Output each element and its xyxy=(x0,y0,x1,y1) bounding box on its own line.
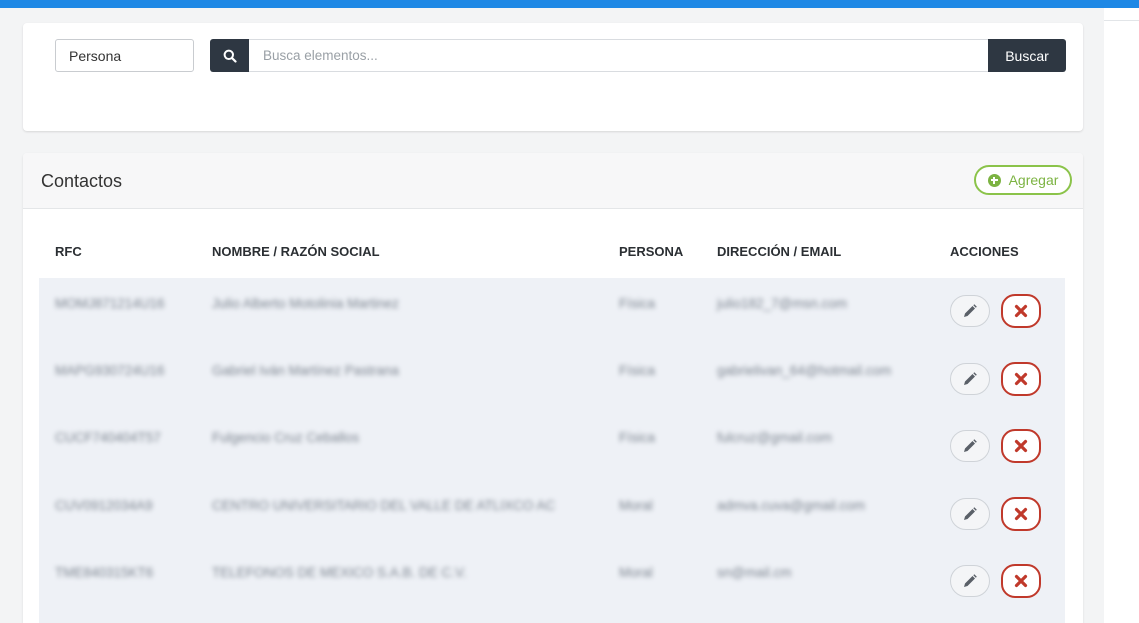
cell-persona: Física xyxy=(619,430,656,445)
cell-nombre: TELEFONOS DE MEXICO S.A.B. DE C.V. xyxy=(212,565,467,580)
card-header: Contactos Agregar xyxy=(23,153,1083,209)
delete-button[interactable] xyxy=(1001,429,1041,463)
cell-email: fulcruz@gmail.com xyxy=(717,430,832,445)
edit-button[interactable] xyxy=(950,295,990,327)
table-row: MAPG930724U16 Gabriel Iván Martínez Past… xyxy=(39,345,1065,412)
search-icon xyxy=(223,49,237,63)
edit-button[interactable] xyxy=(950,498,990,530)
cell-nombre: CENTRO UNIVERSITARIO DEL VALLE DE ATLIXC… xyxy=(212,498,556,513)
cell-nombre: Julio Alberto Motolinia Martinez xyxy=(212,296,399,311)
cell-rfc: MOMJ871214U16 xyxy=(55,296,165,311)
delete-button[interactable] xyxy=(1001,497,1041,531)
add-label: Agregar xyxy=(1008,172,1059,188)
delete-button[interactable] xyxy=(1001,362,1041,396)
pencil-icon xyxy=(964,507,977,520)
table-row: TME840315KT6 TELEFONOS DE MEXICO S.A.B. … xyxy=(39,546,1065,613)
cell-email: admva.cuva@gmail.com xyxy=(717,498,866,513)
delete-button[interactable] xyxy=(1001,294,1041,328)
delete-button[interactable] xyxy=(1001,564,1041,598)
cell-rfc: TME840315KT6 xyxy=(55,565,154,580)
pencil-icon xyxy=(964,574,977,587)
edit-button[interactable] xyxy=(950,363,990,395)
pencil-icon xyxy=(964,372,977,385)
plus-circle-icon xyxy=(987,173,1001,187)
cell-rfc: CUCF740404T57 xyxy=(55,430,161,445)
header-direccion: DIRECCIÓN / EMAIL xyxy=(717,244,842,259)
pencil-icon xyxy=(964,304,977,317)
edit-button[interactable] xyxy=(950,430,990,462)
header-acciones: ACCIONES xyxy=(950,244,1019,259)
cell-persona: Física xyxy=(619,296,656,311)
right-panel xyxy=(1104,8,1139,623)
edit-button[interactable] xyxy=(950,565,990,597)
close-icon xyxy=(1014,372,1028,386)
cell-email: gabrielivan_64@hotmail.com xyxy=(717,363,892,378)
cell-nombre: Gabriel Iván Martínez Pastrana xyxy=(212,363,399,378)
pencil-icon xyxy=(964,439,977,452)
cell-email: julio182_7@msn.com xyxy=(717,296,848,311)
search-button[interactable]: Buscar xyxy=(988,39,1066,72)
close-icon xyxy=(1014,439,1028,453)
top-accent-bar xyxy=(0,0,1139,8)
table-row: MOMJ871214U16 Julio Alberto Motolinia Ma… xyxy=(39,278,1065,345)
table-row: CUV0912034A9 CENTRO UNIVERSITARIO DEL VA… xyxy=(39,479,1065,546)
close-icon xyxy=(1014,304,1028,318)
contacts-table-body: MOMJ871214U16 Julio Alberto Motolinia Ma… xyxy=(39,278,1065,623)
divider xyxy=(1104,20,1139,21)
contacts-card: Contactos Agregar RFC NOMBRE / RAZÓN SOC… xyxy=(23,153,1083,623)
cell-email: sn@mail.cm xyxy=(717,565,792,580)
header-rfc: RFC xyxy=(55,244,82,259)
close-icon xyxy=(1014,574,1028,588)
close-icon xyxy=(1014,507,1028,521)
persona-select[interactable]: Persona xyxy=(55,39,194,72)
add-contact-button[interactable]: Agregar xyxy=(974,165,1072,195)
cell-persona: Moral xyxy=(619,565,653,580)
page-title: Contactos xyxy=(41,171,123,191)
cell-persona: Física xyxy=(619,363,656,378)
header-nombre: NOMBRE / RAZÓN SOCIAL xyxy=(212,244,380,259)
search-icon-button[interactable] xyxy=(210,39,249,72)
cell-persona: Moral xyxy=(619,498,653,513)
search-input[interactable] xyxy=(249,39,989,72)
header-persona: PERSONA xyxy=(619,244,684,259)
cell-rfc: CUV0912034A9 xyxy=(55,498,153,513)
cell-nombre: Fulgencio Cruz Ceballos xyxy=(212,430,360,445)
cell-rfc: MAPG930724U16 xyxy=(55,363,165,378)
table-row: CUCF740404T57 Fulgencio Cruz Ceballos Fí… xyxy=(39,412,1065,479)
search-card: Persona Buscar xyxy=(23,23,1083,131)
